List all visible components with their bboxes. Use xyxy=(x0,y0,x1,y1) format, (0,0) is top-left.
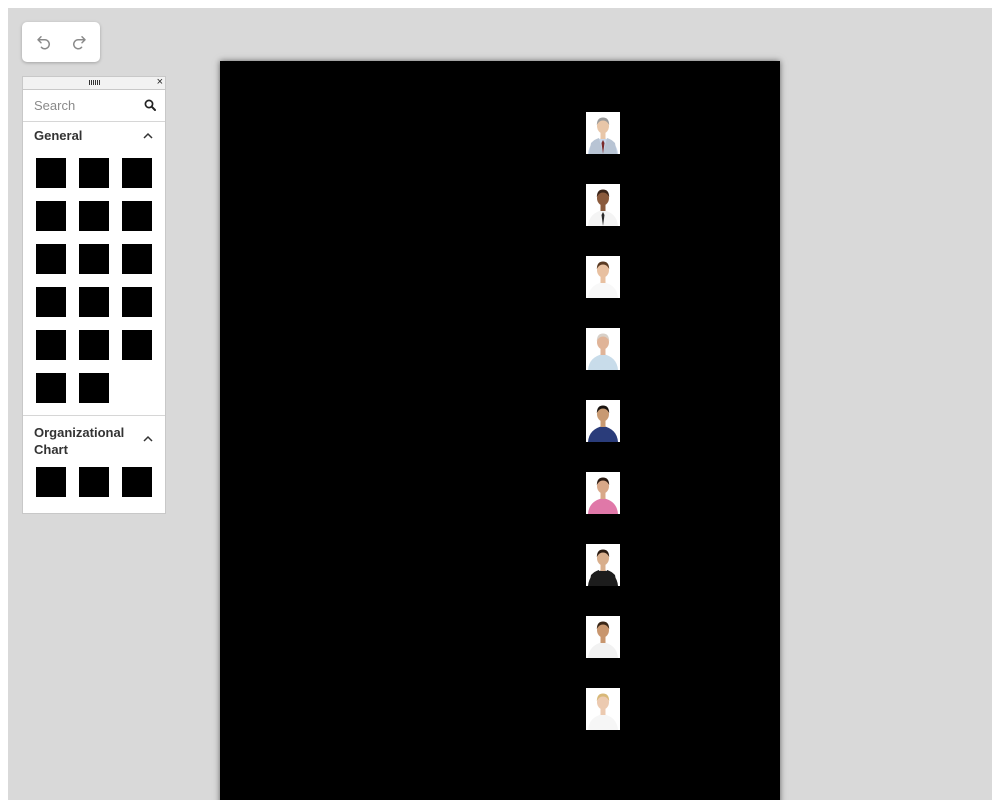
palette-search xyxy=(23,90,165,122)
general-shape[interactable] xyxy=(79,330,109,360)
chevron-up-icon xyxy=(143,435,153,442)
redo-button[interactable] xyxy=(66,29,92,55)
palette-title-bar[interactable]: × xyxy=(23,77,165,90)
undo-button[interactable] xyxy=(31,29,57,55)
employee-photo-node[interactable] xyxy=(586,472,620,514)
section-title: General xyxy=(34,128,83,143)
general-shape[interactable] xyxy=(36,373,66,403)
general-shape[interactable] xyxy=(122,330,152,360)
employee-photo-node[interactable] xyxy=(586,688,620,730)
org-chart-shape[interactable] xyxy=(79,467,109,497)
general-shape[interactable] xyxy=(79,201,109,231)
person-photo-icon xyxy=(586,112,620,154)
employee-photo-node[interactable] xyxy=(586,184,620,226)
person-photo-icon xyxy=(586,472,620,514)
general-shape[interactable] xyxy=(79,244,109,274)
person-photo-icon xyxy=(586,616,620,658)
general-shape[interactable] xyxy=(36,330,66,360)
general-shape[interactable] xyxy=(36,287,66,317)
employee-photo-node[interactable] xyxy=(586,328,620,370)
drag-handle-icon[interactable] xyxy=(89,80,100,85)
search-input[interactable] xyxy=(23,90,135,120)
shape-grid-organizational-chart xyxy=(23,464,165,509)
section-general: General xyxy=(23,122,165,415)
person-photo-icon xyxy=(586,688,620,730)
person-photo-icon xyxy=(586,328,620,370)
general-shape[interactable] xyxy=(79,158,109,188)
person-photo-icon xyxy=(586,256,620,298)
chevron-up-icon xyxy=(143,132,153,139)
general-shape[interactable] xyxy=(36,201,66,231)
section-organizational-chart: Organizational Chart xyxy=(23,415,165,509)
diagram-editor: × General Organizational Chart xyxy=(8,8,992,800)
shape-grid-general xyxy=(23,149,165,415)
section-header-general[interactable]: General xyxy=(23,122,165,149)
shape-palette: × General Organizational Chart xyxy=(22,76,166,514)
general-shape[interactable] xyxy=(79,373,109,403)
employee-photo-node[interactable] xyxy=(586,544,620,586)
person-photo-icon xyxy=(586,184,620,226)
org-chart-shape[interactable] xyxy=(36,467,66,497)
undo-icon xyxy=(36,36,50,50)
employee-photo-node[interactable] xyxy=(586,400,620,442)
general-shape[interactable] xyxy=(122,201,152,231)
redo-icon xyxy=(72,36,86,50)
close-icon[interactable]: × xyxy=(157,77,163,89)
person-photo-icon xyxy=(586,400,620,442)
section-header-organizational-chart[interactable]: Organizational Chart xyxy=(23,415,165,464)
general-shape[interactable] xyxy=(36,158,66,188)
general-shape[interactable] xyxy=(36,244,66,274)
employee-photo-node[interactable] xyxy=(586,112,620,154)
search-icon[interactable] xyxy=(144,99,156,111)
employee-photo-node[interactable] xyxy=(586,616,620,658)
history-toolbar xyxy=(22,22,100,62)
general-shape[interactable] xyxy=(122,244,152,274)
general-shape[interactable] xyxy=(79,287,109,317)
org-chart-shape[interactable] xyxy=(122,467,152,497)
section-title: Organizational Chart xyxy=(34,425,125,457)
person-photo-icon xyxy=(586,544,620,586)
diagram-page[interactable] xyxy=(220,61,780,800)
employee-photo-node[interactable] xyxy=(586,256,620,298)
general-shape[interactable] xyxy=(122,287,152,317)
general-shape[interactable] xyxy=(122,158,152,188)
